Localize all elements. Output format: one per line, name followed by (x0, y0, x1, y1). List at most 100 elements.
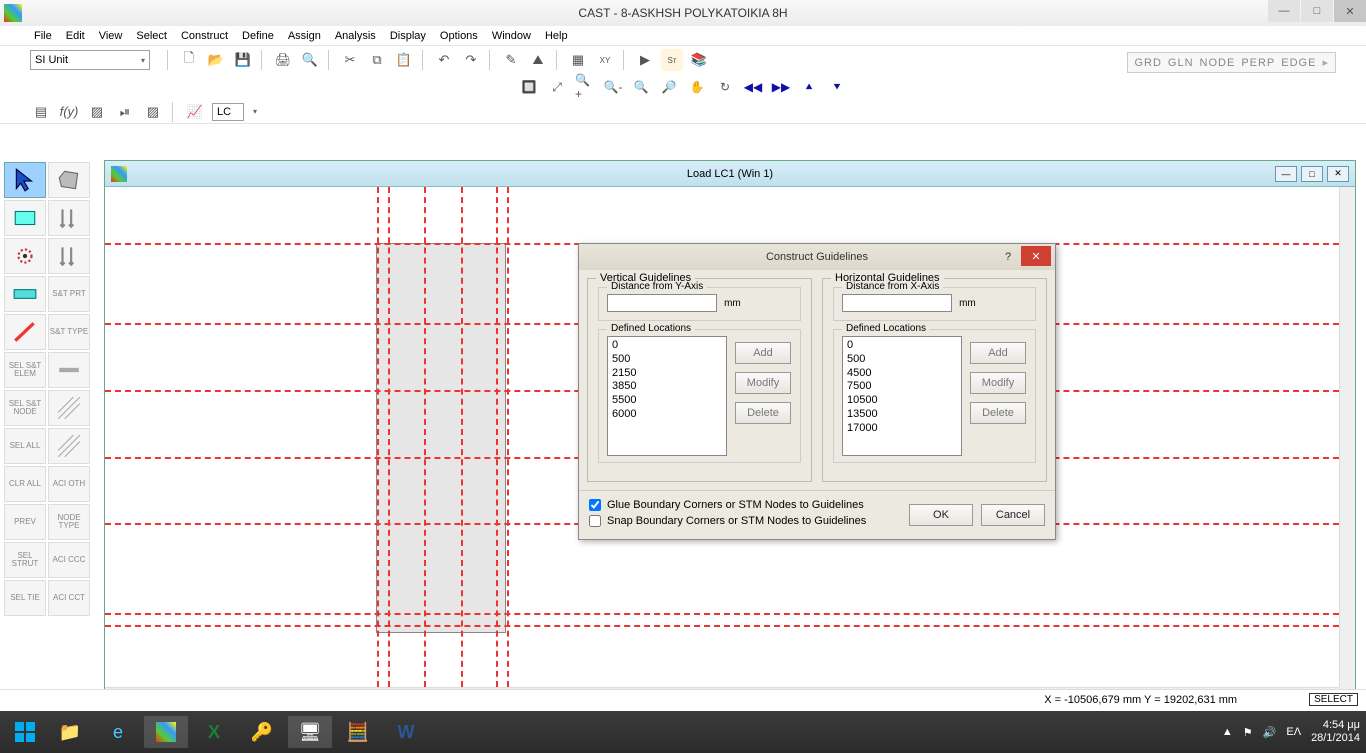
tool-tie[interactable] (4, 314, 46, 350)
pan-right-icon[interactable]: ▶▶ (770, 76, 792, 98)
open-icon[interactable]: 📂 (205, 49, 227, 71)
st-box-icon[interactable]: Sᴛ (661, 49, 683, 71)
vertical-locations-list[interactable]: 0 500 2150 3850 5500 6000 (607, 336, 727, 456)
hatch2-icon[interactable]: ▨ (142, 101, 164, 123)
zoom-in-icon[interactable]: 🔍+ (574, 76, 596, 98)
zoom-prev-icon[interactable]: 🔎 (658, 76, 680, 98)
dialog-close-button[interactable]: ✕ (1021, 246, 1051, 266)
cancel-button[interactable]: Cancel (981, 504, 1045, 526)
menu-assign[interactable]: Assign (282, 28, 327, 44)
hatch1-icon[interactable]: ▨ (86, 101, 108, 123)
snapbar[interactable]: GRD GLN NODE PERP EDGE ▸ (1127, 52, 1336, 73)
redo-icon[interactable]: ↷ (460, 49, 482, 71)
dialog-titlebar[interactable]: Construct Guidelines ? ✕ (579, 244, 1055, 270)
menu-window[interactable]: Window (486, 28, 537, 44)
list-item[interactable]: 4500 (847, 367, 957, 381)
grid-icon[interactable]: ▦ (567, 49, 589, 71)
aci-ccc[interactable]: ACI CCC (48, 542, 90, 578)
tool-hatch1[interactable] (48, 390, 90, 426)
horizontal-modify-button[interactable]: Modify (970, 372, 1026, 394)
tool-node[interactable] (4, 238, 46, 274)
paste-icon[interactable]: 📋 (393, 49, 415, 71)
undo-icon[interactable]: ↶ (433, 49, 455, 71)
tool-hatch2[interactable] (48, 428, 90, 464)
system-tray[interactable]: ▲ ⚑ 🔊 ΕΛ 4:54 μμ 28/1/2014 (1222, 719, 1360, 745)
pan-up-icon[interactable]: ⯅ (798, 76, 820, 98)
film-icon[interactable]: ⏯ (114, 101, 136, 123)
zoom-extents-icon[interactable]: ⤢ (546, 76, 568, 98)
list-item[interactable]: 0 (612, 339, 722, 353)
glue-checkbox[interactable] (589, 499, 601, 511)
menu-display[interactable]: Display (384, 28, 432, 44)
menu-construct[interactable]: Construct (175, 28, 234, 44)
tool-poly[interactable] (48, 162, 90, 198)
sel-tie[interactable]: SEL TIE (4, 580, 46, 616)
tray-clock[interactable]: 4:54 μμ 28/1/2014 (1311, 719, 1360, 745)
list-item[interactable]: 500 (847, 353, 957, 367)
list-item[interactable]: 10500 (847, 394, 957, 408)
glue-checkbox-row[interactable]: Glue Boundary Corners or STM Nodes to Gu… (589, 499, 901, 511)
save-icon[interactable]: 💾 (232, 49, 254, 71)
sel-strut[interactable]: SEL STRUT (4, 542, 46, 578)
snap-grd[interactable]: GRD (1134, 57, 1161, 69)
task-cast-icon[interactable] (144, 716, 188, 748)
aci-oth[interactable]: ACI OTH (48, 466, 90, 502)
horizontal-locations-list[interactable]: 0 500 4500 7500 10500 13500 17000 (842, 336, 962, 456)
graph-icon[interactable]: 📈 (184, 101, 206, 123)
node-type[interactable]: NODE TYPE (48, 504, 90, 540)
tool-arrows[interactable] (48, 200, 90, 236)
copy-icon[interactable]: ⧉ (366, 49, 388, 71)
unit-select[interactable]: SI Unit (30, 50, 150, 70)
task-word-icon[interactable]: W (384, 716, 428, 748)
tray-up-icon[interactable]: ▲ (1222, 726, 1233, 738)
menu-help[interactable]: Help (539, 28, 574, 44)
horizontal-delete-button[interactable]: Delete (970, 402, 1026, 424)
xy-icon[interactable]: XY (594, 49, 616, 71)
vertical-modify-button[interactable]: Modify (735, 372, 791, 394)
doc-max-button[interactable]: □ (1301, 166, 1323, 182)
task-ie-icon[interactable]: e (96, 716, 140, 748)
menu-analysis[interactable]: Analysis (329, 28, 382, 44)
list-item[interactable]: 3850 (612, 380, 722, 394)
snap-node[interactable]: NODE (1200, 57, 1236, 69)
task-excel-icon[interactable]: X (192, 716, 236, 748)
snap-gln[interactable]: GLN (1168, 57, 1194, 69)
sel-st-node[interactable]: SEL S&T NODE (4, 390, 46, 426)
menu-options[interactable]: Options (434, 28, 484, 44)
landscape-icon[interactable]: ⛰ (527, 49, 549, 71)
task-monitor-icon[interactable]: 🖥 (288, 716, 332, 748)
tool-arrows2[interactable] (48, 238, 90, 274)
list-item[interactable]: 6000 (612, 408, 722, 422)
menu-select[interactable]: Select (130, 28, 173, 44)
doc-min-button[interactable]: — (1275, 166, 1297, 182)
run-icon[interactable]: ▶ (634, 49, 656, 71)
vertical-distance-input[interactable] (607, 294, 717, 312)
edit-region-icon[interactable]: ✎ (500, 49, 522, 71)
menu-define[interactable]: Define (236, 28, 280, 44)
preview-icon[interactable]: 🔍 (299, 49, 321, 71)
list-item[interactable]: 2150 (612, 367, 722, 381)
dialog-help-button[interactable]: ? (997, 248, 1019, 266)
close-button[interactable]: ✕ (1334, 0, 1366, 22)
list-item[interactable]: 500 (612, 353, 722, 367)
pan-down-icon[interactable]: ⯆ (826, 76, 848, 98)
horizontal-add-button[interactable]: Add (970, 342, 1026, 364)
horizontal-distance-input[interactable] (842, 294, 952, 312)
menu-edit[interactable]: Edit (60, 28, 91, 44)
snap-perp[interactable]: PERP (1241, 57, 1275, 69)
books-icon[interactable]: 📚 (688, 49, 710, 71)
pointer-tool[interactable] (4, 162, 46, 198)
new-icon[interactable]: 🗋 (178, 49, 200, 71)
snap-checkbox-row[interactable]: Snap Boundary Corners or STM Nodes to Gu… (589, 515, 901, 527)
sel-all[interactable]: SEL ALL (4, 428, 46, 464)
pan-icon[interactable]: ✋ (686, 76, 708, 98)
tool-shape[interactable] (4, 200, 46, 236)
print-icon[interactable]: 🖨 (272, 49, 294, 71)
maximize-button[interactable]: □ (1301, 0, 1333, 22)
list-item[interactable]: 17000 (847, 422, 957, 436)
cut-icon[interactable]: ✂ (339, 49, 361, 71)
tray-volume-icon[interactable]: 🔊 (1263, 726, 1277, 739)
tool-section[interactable] (48, 352, 90, 388)
zoom-real-icon[interactable]: 🔍 (630, 76, 652, 98)
vertical-add-button[interactable]: Add (735, 342, 791, 364)
